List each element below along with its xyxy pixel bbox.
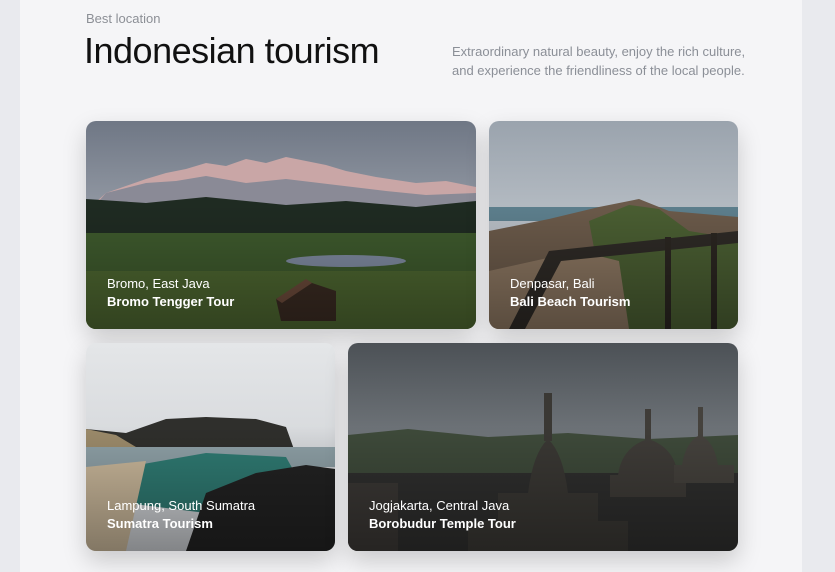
card-title: Bromo Tengger Tour <box>107 294 235 309</box>
card-location: Lampung, South Sumatra <box>107 498 256 513</box>
destination-card-borobudur[interactable]: Jogjakarta, Central Java Borobudur Templ… <box>348 343 738 551</box>
card-location: Bromo, East Java <box>107 276 210 291</box>
card-location: Denpasar, Bali <box>510 276 595 291</box>
section-kicker: Best location <box>86 11 161 26</box>
card-location: Jogjakarta, Central Java <box>369 498 510 513</box>
page-title: Indonesian tourism <box>84 30 380 71</box>
card-title: Borobudur Temple Tour <box>369 516 516 531</box>
destination-card-sumatra[interactable]: Lampung, South Sumatra Sumatra Tourism <box>86 343 335 551</box>
card-title: Sumatra Tourism <box>107 516 213 531</box>
section-description: Extraordinary natural beauty, enjoy the … <box>452 44 746 78</box>
destination-card-bromo[interactable]: Bromo, East Java Bromo Tengger Tour <box>86 121 476 329</box>
card-title: Bali Beach Tourism <box>510 294 631 309</box>
destination-card-bali[interactable]: Denpasar, Bali Bali Beach Tourism <box>489 121 738 329</box>
